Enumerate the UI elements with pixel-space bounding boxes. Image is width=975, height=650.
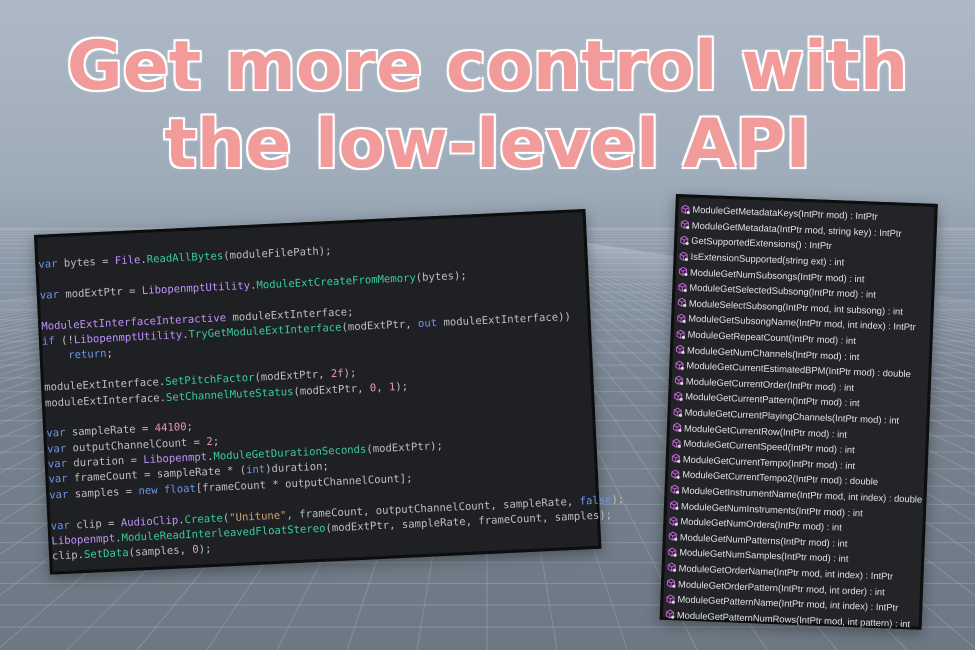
code-token: SetData — [83, 547, 129, 562]
code-token: var — [47, 457, 68, 471]
method-cube-icon — [675, 329, 686, 339]
method-cube-icon — [669, 484, 680, 495]
code-token: LibopenmptUtility — [73, 329, 183, 347]
code-token: Create — [184, 512, 224, 526]
method-cube-icon — [666, 562, 677, 573]
method-cube-icon — [673, 391, 683, 401]
code-token: )duration; — [264, 460, 330, 476]
method-cube-icon — [668, 531, 678, 542]
code-token: var — [38, 257, 58, 271]
code-snippet-panel: var bytes = File.ReadAllBytes(moduleFile… — [34, 208, 624, 575]
code-token: float — [163, 482, 197, 497]
headline-line-2: the low-level API — [164, 105, 811, 184]
code-token: (modExtPtr, — [293, 381, 371, 398]
code-token: var — [50, 519, 71, 533]
code-token: ); — [611, 493, 625, 506]
method-cube-icon — [676, 313, 686, 323]
code-token: return — [67, 348, 107, 362]
code-token: false — [579, 493, 612, 508]
code-token: if — [41, 335, 56, 348]
code-token: var — [39, 288, 60, 302]
code-token: var — [48, 473, 68, 487]
method-cube-icon — [677, 297, 687, 308]
code-token: (samples, — [128, 544, 193, 560]
method-cube-icon — [670, 469, 680, 479]
code-token: clip = — [69, 516, 122, 532]
api-method-list-panel: ModuleGetMetadataKeys(IntPtr mod) : IntP… — [659, 194, 938, 630]
method-cube-icon — [677, 282, 687, 292]
method-cube-icon — [668, 516, 678, 526]
code-token: ; — [212, 435, 220, 448]
code-token: (bytes); — [415, 269, 468, 284]
code-token: int — [245, 463, 266, 477]
code-token: modExtPtr = — [58, 284, 143, 301]
method-cube-icon — [665, 609, 675, 620]
code-token: (modExtPtr, — [254, 368, 332, 384]
code-token: ); — [198, 543, 212, 557]
code-token: bytes = — [57, 255, 116, 270]
method-cube-icon — [678, 266, 688, 277]
code-token: ; — [106, 347, 114, 361]
code-token: (moduleFilePath); — [222, 245, 332, 263]
code-token: Libopenmpt — [51, 532, 116, 548]
code-token: var — [49, 488, 69, 502]
headline-line-1: Get more control with — [66, 27, 909, 106]
method-cube-icon — [679, 235, 689, 246]
code-token: (modExtPtr); — [366, 440, 444, 456]
code-token: ); — [395, 380, 409, 393]
headline: Get more control with the low-level API — [0, 28, 975, 184]
method-cube-icon — [665, 594, 675, 604]
method-cube-icon — [678, 251, 689, 261]
method-cube-icon — [671, 438, 681, 448]
code-token: ReadAllBytes — [146, 250, 224, 266]
method-cube-icon — [667, 547, 677, 557]
method-cube-icon — [675, 344, 685, 355]
code-token: 44100 — [154, 421, 187, 435]
code-token: SetPitchFactor — [164, 371, 255, 389]
code-token: File — [114, 254, 141, 268]
code-token: var — [46, 427, 66, 440]
method-cube-icon — [672, 422, 682, 433]
method-cube-icon — [674, 375, 684, 386]
code-token: out — [417, 317, 438, 330]
code-token: duration = — [66, 454, 144, 470]
code-token: sampleRate = — [65, 422, 155, 440]
code-token: Libopenmpt — [143, 451, 208, 467]
code-token: "Unitune" — [228, 509, 287, 524]
method-cube-icon — [669, 500, 679, 510]
code-token: clip. — [51, 549, 85, 563]
method-cube-icon — [680, 220, 690, 230]
code-token: , — [375, 380, 390, 394]
method-cube-icon — [671, 453, 681, 464]
code-token: LibopenmptUtility — [141, 279, 251, 297]
code-token: AudioClip — [120, 514, 179, 529]
method-cube-icon — [666, 578, 676, 588]
code-token: (! — [54, 334, 75, 348]
method-cube-icon — [674, 360, 684, 370]
code-token: ; — [186, 421, 194, 434]
method-cube-icon — [672, 407, 683, 417]
code-token: samples = — [68, 485, 139, 501]
code-token: var — [46, 442, 67, 456]
method-cube-icon — [680, 204, 690, 214]
code-token: 2f — [330, 367, 344, 381]
code-token: ); — [343, 367, 357, 380]
code-token: new — [138, 484, 158, 498]
code-token: (modExtPtr, — [341, 317, 419, 334]
